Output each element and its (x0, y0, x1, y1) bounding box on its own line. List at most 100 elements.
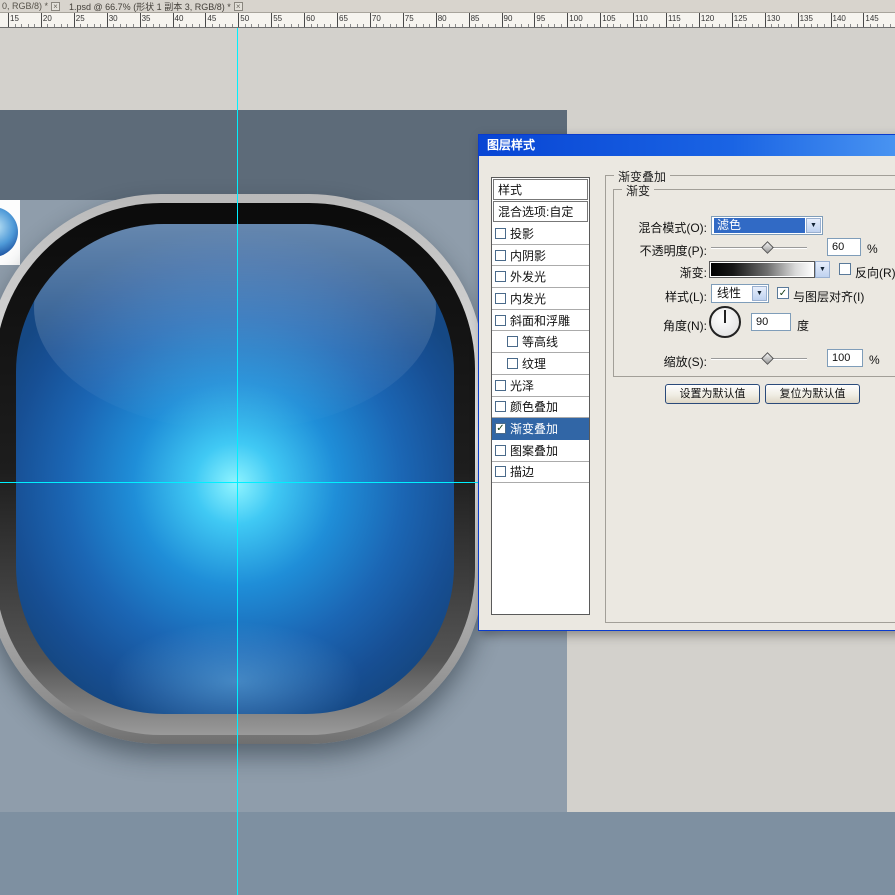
style-item-光泽[interactable]: 光泽 (492, 375, 589, 397)
style-effect-checkbox[interactable] (495, 401, 506, 412)
align-with-layer-checkbox[interactable]: ✓ (777, 287, 789, 299)
styles-list: 样式 混合选项:自定投影内阴影外发光内发光斜面和浮雕等高线纹理光泽颜色叠加✓渐变… (491, 177, 590, 615)
style-item-纹理[interactable]: 纹理 (492, 353, 589, 375)
ruler-minor-tick (653, 24, 654, 27)
style-effect-label: 投影 (510, 225, 534, 242)
reverse-checkbox[interactable] (839, 263, 851, 275)
ruler-minor-tick (725, 24, 726, 27)
style-effect-checkbox[interactable] (507, 358, 518, 369)
style-effect-checkbox[interactable] (495, 315, 506, 326)
style-effect-checkbox[interactable] (495, 293, 506, 304)
chevron-down-icon[interactable]: ▼ (752, 286, 767, 301)
ruler-tick (403, 13, 404, 27)
ruler-minor-tick (251, 24, 252, 27)
close-icon[interactable]: × (51, 2, 60, 11)
ruler-minor-tick (34, 24, 35, 27)
style-item-外发光[interactable]: 外发光 (492, 266, 589, 288)
ruler-tick (173, 13, 174, 27)
ruler-tick (831, 13, 832, 27)
gradient-picker-arrow-icon[interactable]: ▼ (815, 261, 830, 278)
document-tab-1[interactable]: 0, RGB/8) * × (0, 0, 67, 13)
ruler-minor-tick (344, 24, 345, 27)
style-value: 线性 (714, 286, 751, 301)
ruler-tick-label: 135 (800, 14, 813, 23)
ruler-minor-tick (199, 24, 200, 27)
style-effect-checkbox[interactable]: ✓ (495, 423, 506, 434)
style-effect-checkbox[interactable] (507, 336, 518, 347)
document-tab-2[interactable]: 1.psd @ 66.7% (形状 1 副本 3, RGB/8) * × (67, 0, 250, 13)
style-effect-checkbox[interactable] (495, 250, 506, 261)
ruler-minor-tick (212, 24, 213, 27)
ruler-minor-tick (607, 24, 608, 27)
angle-dial[interactable] (709, 306, 741, 338)
ruler-minor-tick (462, 24, 463, 27)
blend-mode-label: 混合模式(O): (601, 219, 707, 236)
ruler-minor-tick (232, 24, 233, 27)
ruler-tick-label: 25 (76, 14, 85, 23)
gradient-preview[interactable] (709, 261, 815, 278)
ruler-tick (502, 13, 503, 27)
chevron-down-icon[interactable]: ▼ (806, 218, 821, 233)
ruler-minor-tick (620, 24, 621, 27)
ruler-minor-tick (265, 24, 266, 27)
style-item-等高线[interactable]: 等高线 (492, 331, 589, 353)
style-item-内发光[interactable]: 内发光 (492, 288, 589, 310)
style-dropdown[interactable]: 线性 ▼ (711, 284, 769, 303)
ruler-tick-label: 40 (175, 14, 184, 23)
ruler-minor-tick (245, 24, 246, 27)
style-item-内阴影[interactable]: 内阴影 (492, 245, 589, 267)
style-effect-checkbox[interactable] (495, 380, 506, 391)
style-effect-label: 内阴影 (510, 247, 546, 264)
style-effect-checkbox[interactable] (495, 271, 506, 282)
ruler-tick-label: 140 (833, 14, 846, 23)
ruler-tick-label: 20 (43, 14, 52, 23)
guide-vertical[interactable] (237, 28, 238, 895)
ruler-minor-tick (804, 24, 805, 27)
ruler-minor-tick (521, 24, 522, 27)
dialog-titlebar[interactable]: 图层样式 (479, 135, 895, 156)
ruler-tick (74, 13, 75, 27)
ruler-minor-tick (311, 24, 312, 27)
ruler-minor-tick (61, 24, 62, 27)
ruler-tick-label: 145 (865, 14, 878, 23)
set-default-button[interactable]: 设置为默认值 (665, 384, 760, 404)
ruler-tick (469, 13, 470, 27)
button-blue-face (16, 224, 454, 714)
ruler-tick-label: 95 (536, 14, 545, 23)
style-effect-checkbox[interactable] (495, 445, 506, 456)
style-item-图案叠加[interactable]: 图案叠加 (492, 440, 589, 462)
scale-slider[interactable] (711, 353, 807, 365)
ruler-minor-tick (383, 24, 384, 27)
ruler-minor-tick (488, 24, 489, 27)
ruler-tick-label: 35 (142, 14, 151, 23)
horizontal-ruler[interactable]: 1520253035404550556065707580859095100105… (0, 13, 895, 28)
ruler-minor-tick (126, 24, 127, 27)
style-item-混合选项:自定[interactable]: 混合选项:自定 (493, 201, 588, 222)
scale-input[interactable]: 100 (827, 349, 863, 367)
style-item-描边[interactable]: 描边 (492, 462, 589, 484)
opacity-slider-thumb[interactable] (761, 241, 774, 254)
styles-list-header: 样式 (493, 179, 588, 200)
opacity-label: 不透明度(P): (601, 242, 707, 259)
reset-default-button[interactable]: 复位为默认值 (765, 384, 860, 404)
angle-unit: 度 (797, 317, 809, 334)
ruler-tick-label: 105 (602, 14, 615, 23)
ruler-minor-tick (679, 24, 680, 27)
blend-mode-dropdown[interactable]: 滤色 ▼ (711, 216, 823, 235)
style-effect-checkbox[interactable] (495, 466, 506, 477)
dialog-title: 图层样式 (487, 138, 535, 152)
scale-slider-thumb[interactable] (761, 352, 774, 365)
style-item-渐变叠加[interactable]: ✓渐变叠加 (492, 418, 589, 440)
ruler-minor-tick (120, 24, 121, 27)
ruler-tick-label: 15 (10, 14, 19, 23)
close-icon[interactable]: × (234, 2, 243, 11)
style-item-斜面和浮雕[interactable]: 斜面和浮雕 (492, 310, 589, 332)
opacity-input[interactable]: 60 (827, 238, 861, 256)
style-item-投影[interactable]: 投影 (492, 223, 589, 245)
ruler-minor-tick (817, 24, 818, 27)
ruler-tick-label: 130 (767, 14, 780, 23)
angle-input[interactable]: 90 (751, 313, 791, 331)
style-item-颜色叠加[interactable]: 颜色叠加 (492, 397, 589, 419)
opacity-slider[interactable] (711, 242, 807, 254)
style-effect-checkbox[interactable] (495, 228, 506, 239)
